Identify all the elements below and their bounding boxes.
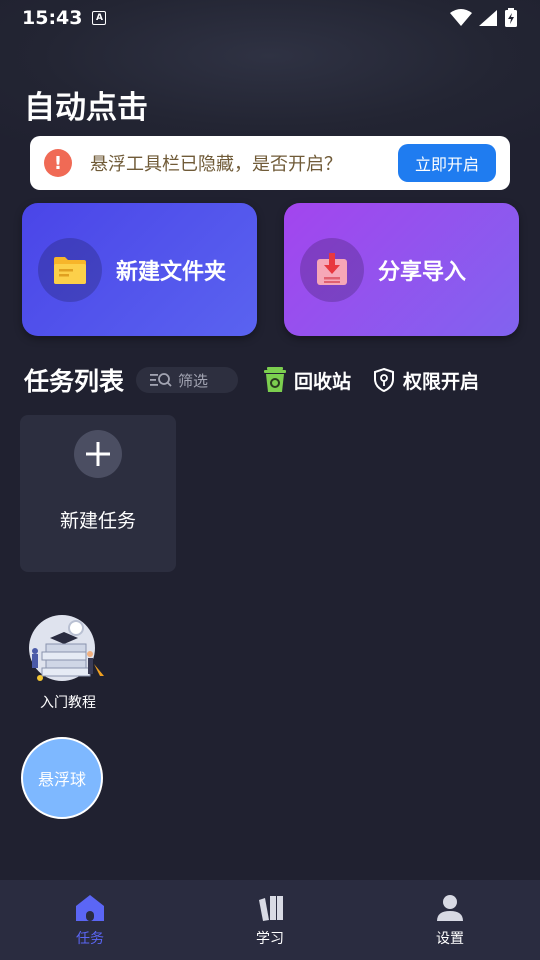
new-folder-card[interactable]: 新建文件夹	[22, 203, 257, 336]
filter-label: 筛选	[178, 371, 209, 390]
battery-icon	[505, 8, 517, 27]
new-task-label: 新建任务	[59, 510, 136, 532]
task-list-header: 任务列表 筛选 回收站 权限开启	[24, 360, 524, 400]
nav-item-settings[interactable]: 设置	[360, 880, 540, 960]
plus-icon	[74, 430, 122, 478]
permission-label: 权限开启	[403, 370, 480, 393]
new-task-card[interactable]: 新建任务	[20, 415, 176, 572]
share-icon-wrap	[300, 237, 364, 302]
nav-label-settings: 设置	[436, 931, 464, 947]
banner-message: 悬浮工具栏已隐藏，是否开启？	[90, 154, 342, 175]
filter-button[interactable]: 筛选	[136, 367, 239, 393]
wifi-icon	[450, 9, 472, 26]
permission-button[interactable]: 权限开启	[373, 367, 479, 394]
keyboard-a-icon: A	[92, 11, 107, 25]
home-icon	[76, 895, 104, 921]
warning-icon: !	[44, 149, 72, 177]
trash-icon	[264, 367, 287, 392]
download-box-icon	[317, 252, 347, 285]
recycle-bin-label: 回收站	[294, 370, 352, 393]
status-time: 15:43	[22, 7, 83, 29]
toolbar-hidden-banner: ! 悬浮工具栏已隐藏，是否开启？ 立即开启	[30, 136, 510, 190]
page-title: 自动点击	[24, 90, 148, 126]
recycle-bin-button[interactable]: 回收站	[264, 367, 351, 394]
person-icon	[437, 895, 463, 921]
share-import-label: 分享导入	[378, 259, 467, 285]
signal-icon	[479, 10, 497, 26]
status-bar: 15:43 A	[0, 0, 540, 36]
floating-ball-button[interactable]: 悬浮球	[21, 737, 103, 819]
shield-icon	[374, 368, 395, 392]
bottom-nav: 任务 学习 设置	[0, 880, 540, 960]
folder-icon	[54, 256, 86, 284]
nav-item-learn[interactable]: 学习	[180, 880, 360, 960]
nav-label-learn: 学习	[256, 931, 284, 947]
nav-item-tasks[interactable]: 任务	[0, 880, 180, 960]
filter-search-icon	[150, 373, 172, 387]
books-icon	[259, 896, 283, 921]
tutorial-label: 入门教程	[40, 695, 96, 711]
task-list-title: 任务列表	[24, 367, 125, 396]
new-folder-label: 新建文件夹	[116, 259, 227, 285]
tutorial-illustration-icon	[29, 615, 104, 681]
tutorial-button[interactable]: 入门教程	[22, 614, 114, 712]
share-import-card[interactable]: 分享导入	[284, 203, 519, 336]
nav-label-tasks: 任务	[76, 931, 104, 947]
enable-now-button[interactable]: 立即开启	[398, 144, 496, 182]
folder-icon-wrap	[38, 237, 102, 302]
